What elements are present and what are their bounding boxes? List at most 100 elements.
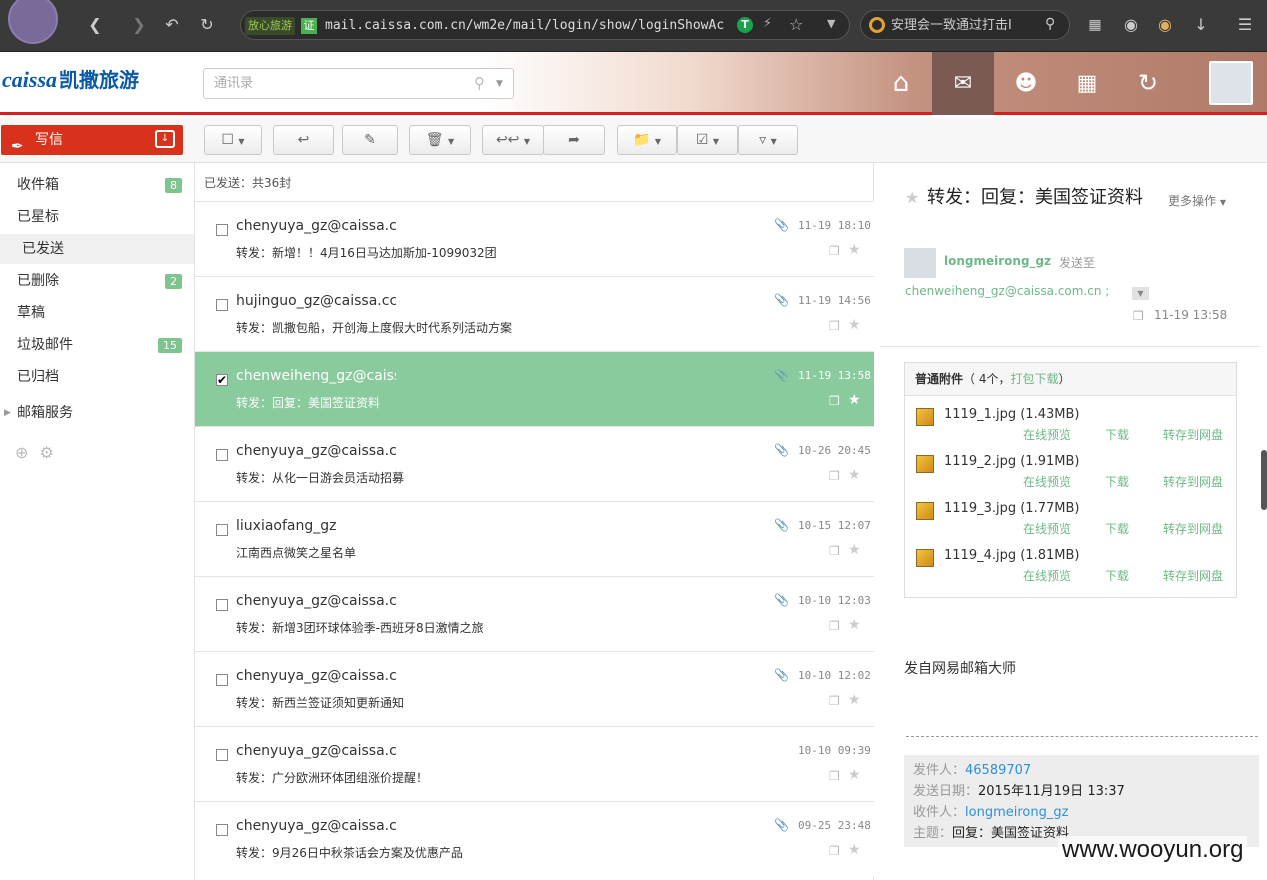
copy-icon[interactable]: ❐ [829,319,840,333]
sender-name[interactable]: longmeirong_gz [944,254,1051,268]
back-icon[interactable]: ❮ [84,12,106,38]
filter-dropdown[interactable]: ▿ ▼ [738,125,798,155]
forward-icon[interactable]: ➦ [543,125,605,155]
row-checkbox[interactable] [216,224,228,236]
sidebar-item-sent[interactable]: 已发送 [0,234,194,264]
message-row[interactable]: chenyuya_gz@caissa.c 转发：新增3团环球体验季-西班牙8日激情… [195,576,874,651]
scrollbar-handle[interactable] [1261,450,1267,510]
reply-all-dropdown[interactable]: ↩↩ ▼ [482,125,544,155]
recipient-expand-icon[interactable]: ▼ [1132,287,1149,300]
star-icon[interactable]: ★ [848,242,861,258]
copy-icon[interactable]: ❐ [829,394,840,408]
receive-mail-icon[interactable]: ↓ [155,130,175,148]
preview-link[interactable]: 在线预览 [1023,473,1071,490]
chevron-down-icon[interactable]: ▼ [496,79,503,89]
settings-wrench-icon[interactable]: ⚙ [40,443,54,462]
copy-icon[interactable]: ❐ [829,544,840,558]
copy-icon[interactable]: ❐ [829,844,840,858]
sidebar-item-inbox[interactable]: 收件箱 8 [0,170,194,200]
caissa-logo[interactable]: caissa 凯撒旅游 [2,64,139,93]
quote-sender[interactable]: 46589707 [965,763,1031,778]
reply-icon[interactable]: ↩ [273,125,334,155]
message-row[interactable]: chenyuya_gz@caissa.c 转发：广分欧洲环体团组涨价提醒！ 10-1… [195,726,874,801]
save-to-disk-link[interactable]: 转存到网盘 [1163,426,1223,443]
star-icon[interactable]: ★ [848,467,861,483]
star-icon[interactable]: ★ [848,317,861,333]
sidebar-item-archived[interactable]: 已归档 [0,362,194,392]
sidebar-item-spam[interactable]: 垃圾邮件 15 [0,330,194,360]
mark-as-dropdown[interactable]: ☑ ▼ [677,125,738,155]
download-link[interactable]: 下载 [1105,567,1129,584]
sidebar-item-mail-services[interactable]: ▶ 邮箱服务 [0,398,194,428]
lightning-icon[interactable]: ⚡ [763,16,772,31]
bookmark-star-icon[interactable]: ☆ [789,15,803,34]
mail-icon[interactable]: ✉ [932,52,994,115]
browser-search-input[interactable]: 安理会一致通过打击I [891,17,1041,35]
extension-t-icon[interactable]: T [737,17,753,33]
star-icon[interactable]: ★ [848,692,861,708]
cookie-icon[interactable]: ◉ [1152,12,1178,38]
search-engine-icon[interactable] [869,17,885,33]
row-checkbox[interactable] [216,674,228,686]
user-avatar[interactable] [1209,61,1253,105]
contacts-search-input[interactable]: 通讯录 [203,68,514,99]
select-checkbox-dropdown[interactable]: ☐ ▼ [204,125,262,155]
star-icon[interactable]: ★ [905,188,919,207]
star-icon[interactable]: ★ [848,767,861,783]
more-actions-dropdown[interactable]: 更多操作 ▼ [1168,192,1226,209]
row-checkbox[interactable] [216,299,228,311]
chevron-down-icon[interactable]: ▼ [827,17,835,30]
sidebar-item-drafts[interactable]: 草稿 [0,298,194,328]
copy-icon[interactable]: ❐ [1133,309,1144,323]
row-checkbox[interactable] [216,524,228,536]
save-to-disk-link[interactable]: 转存到网盘 [1163,567,1223,584]
star-icon[interactable]: ★ [848,617,861,633]
attachment-name[interactable]: 1119_2.jpg (1.91MB) [944,454,1079,469]
search-icon[interactable]: ⚲ [474,74,485,92]
message-row[interactable]: liuxiaofang_gz 江南西点微笑之星名单 📎 10-15 12:07 ❐ ★ [195,501,874,576]
edit-icon[interactable]: ✎ [342,125,398,155]
copy-icon[interactable]: ❐ [829,769,840,783]
star-icon[interactable]: ★ [848,542,861,558]
preview-link[interactable]: 在线预览 [1023,426,1071,443]
menu-icon[interactable]: ☰ [1232,12,1258,38]
message-row[interactable]: chenyuya_gz@caissa.c 转发：从化一日游会员活动招募 📎 10-26… [195,426,874,501]
recipient-address[interactable]: chenweiheng_gz@caissa.com.cn ; [905,284,1109,298]
message-row[interactable]: chenyuya_gz@caissa.c 转发：9月26日中秋茶话会方案及优惠产品… [195,801,874,876]
search-icon[interactable]: ⚲ [1045,16,1055,32]
message-row[interactable]: chenyuya_gz@caissa.c 转发：新西兰签证须知更新通知 📎 10-10… [195,651,874,726]
copy-icon[interactable]: ❐ [829,619,840,633]
copy-icon[interactable]: ❐ [829,469,840,483]
forward-icon[interactable]: ❯ [128,12,150,38]
preview-link[interactable]: 在线预览 [1023,520,1071,537]
browser-profile-avatar[interactable] [8,0,58,44]
undo-icon[interactable]: ↶ [160,12,184,38]
certificate-icon[interactable]: 证 [301,18,317,34]
calendar-icon[interactable]: ▦ [1056,52,1118,115]
add-folder-icon[interactable]: ⊕ [15,443,28,462]
row-checkbox[interactable] [216,749,228,761]
attachment-name[interactable]: 1119_4.jpg (1.81MB) [944,548,1079,563]
download-all-link[interactable]: 打包下载 [1010,372,1058,386]
save-to-disk-link[interactable]: 转存到网盘 [1163,520,1223,537]
compose-button[interactable]: ✒ 写信 ↓ [1,125,183,155]
delete-dropdown[interactable]: 🗑 ▼ [409,125,471,155]
row-checkbox[interactable] [216,599,228,611]
download-link[interactable]: 下载 [1105,520,1129,537]
download-link[interactable]: 下载 [1105,473,1129,490]
move-to-folder-dropdown[interactable]: 📁 ▼ [617,125,677,155]
address-bar[interactable]: 放心旅游 证 mail.caissa.com.cn/wm2e/mail/logi… [240,10,850,40]
star-icon[interactable]: ★ [848,392,861,408]
eye-icon[interactable]: ◉ [1118,12,1144,38]
sidebar-item-deleted[interactable]: 已删除 2 [0,266,194,296]
preview-link[interactable]: 在线预览 [1023,567,1071,584]
contacts-icon[interactable]: ☻ [995,52,1057,115]
row-checkbox[interactable]: ✔ [216,374,228,386]
download-icon[interactable]: ↓ [1188,12,1214,38]
copy-icon[interactable]: ❐ [829,244,840,258]
attachment-name[interactable]: 1119_3.jpg (1.77MB) [944,501,1079,516]
home-icon[interactable]: ⌂ [870,52,932,115]
download-link[interactable]: 下载 [1105,426,1129,443]
star-icon[interactable]: ★ [848,842,861,858]
row-checkbox[interactable] [216,449,228,461]
